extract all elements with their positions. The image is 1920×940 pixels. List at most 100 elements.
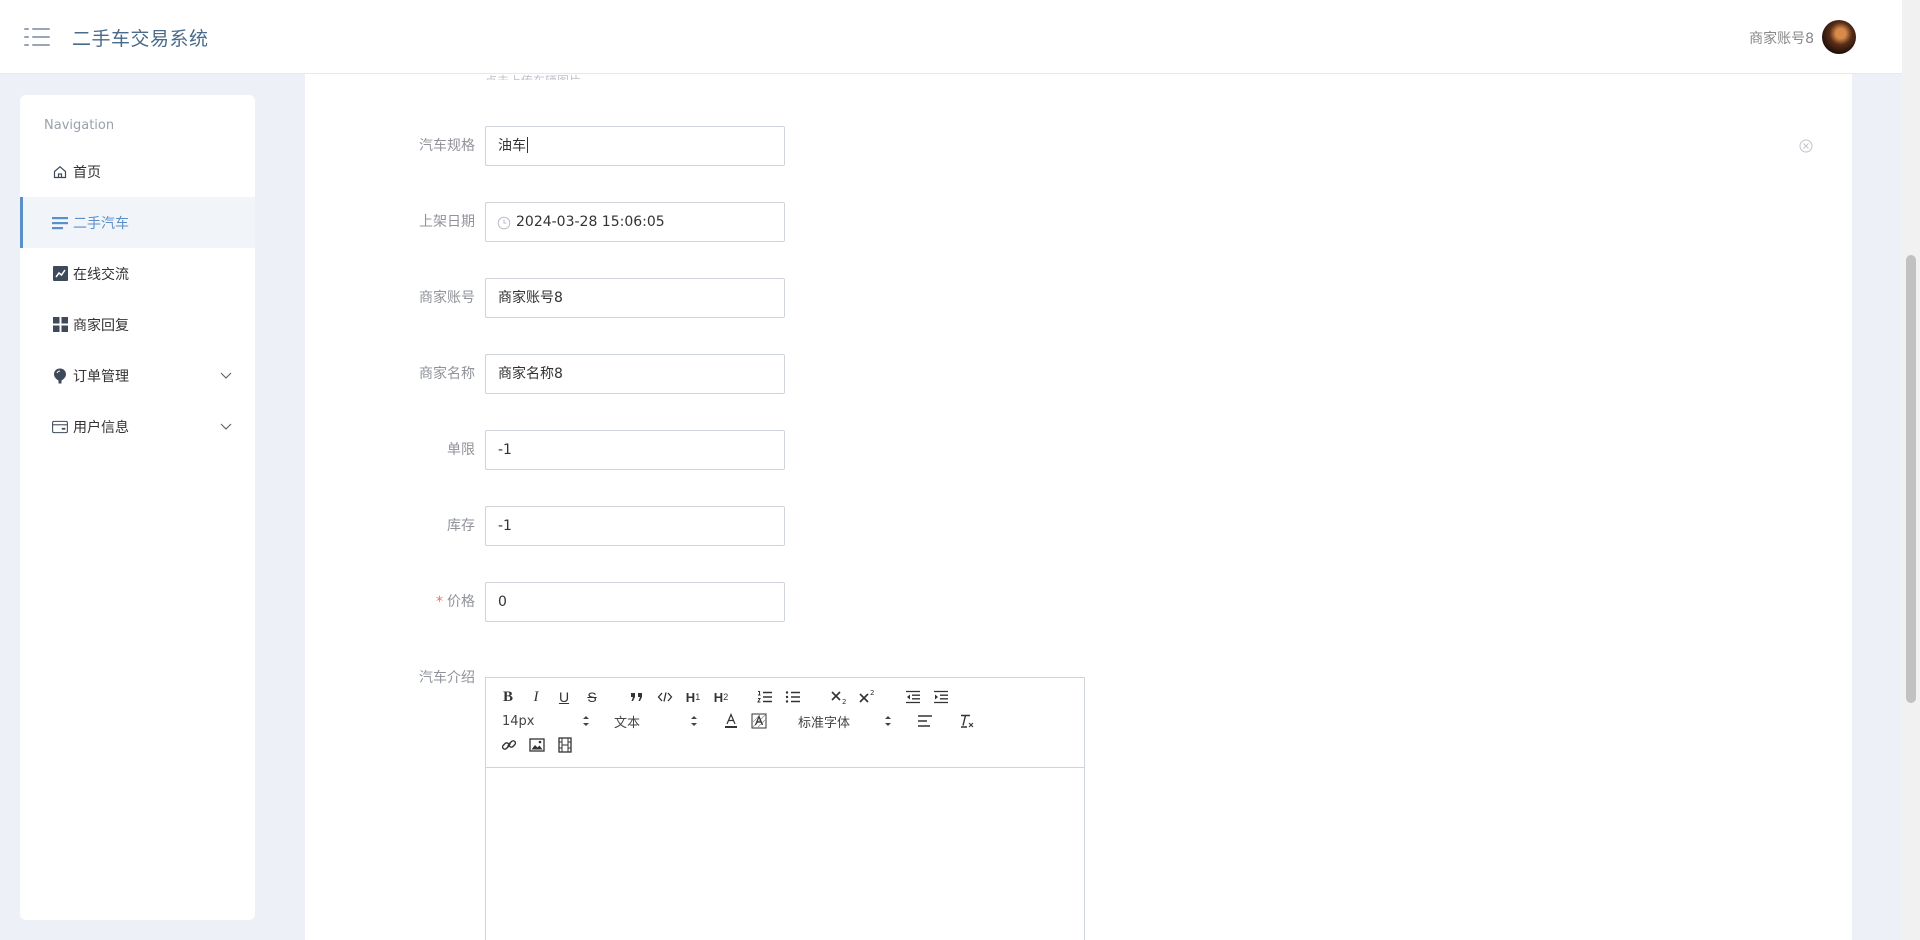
field-label: 商家名称 (419, 366, 475, 382)
field-label: 上架日期 (419, 214, 475, 230)
chevron-down-icon (219, 419, 233, 433)
underline-button[interactable]: U (556, 686, 572, 708)
merchant-name-input[interactable]: 商家名称8 (485, 354, 785, 394)
toolbar-row-2: 14px 文本 标准字体 (496, 710, 1076, 732)
pin-icon (52, 368, 68, 384)
outdent-icon[interactable] (904, 686, 922, 708)
grid-icon (52, 317, 68, 333)
font-size-value: 14px (502, 713, 535, 729)
nav-heading: Navigation (44, 118, 115, 133)
header-2-letter: H (713, 689, 724, 705)
field-label: * 价格 (305, 582, 475, 622)
user-name[interactable]: 商家账号8 (1749, 28, 1814, 48)
card-icon (52, 419, 68, 435)
italic-button[interactable]: I (528, 686, 544, 708)
upload-tip: 点击上传车辆图片 (485, 72, 581, 80)
strike-button[interactable]: S (584, 686, 600, 708)
field-label: 汽车介绍 (419, 670, 475, 686)
editor-content-area[interactable] (486, 768, 1084, 940)
svg-text:2: 2 (870, 689, 874, 697)
text-color-icon[interactable] (722, 710, 740, 732)
video-icon[interactable] (556, 734, 574, 756)
header-format-value: 文本 (614, 715, 641, 731)
image-icon[interactable] (528, 734, 546, 756)
toolbar-row-1: B I U S H1 H2 2 2 (496, 686, 1076, 708)
form-row-price: * 价格 0 (305, 582, 1205, 622)
app-title: 二手车交易系统 (72, 28, 209, 50)
sidebar-item-home[interactable]: 首页 (20, 146, 255, 197)
svg-text:2: 2 (842, 698, 846, 705)
select-arrows-icon (690, 714, 698, 728)
ordered-list-icon[interactable] (756, 686, 774, 708)
form-row-merchant-account: 商家账号 商家账号8 (305, 278, 1205, 318)
link-icon[interactable] (500, 734, 518, 756)
select-arrows-icon (884, 714, 892, 728)
sidebar-item-merchant-reply[interactable]: 商家回复 (20, 299, 255, 350)
form-row-listing-date: 上架日期 2024-03-28 15:06:05 (305, 202, 1205, 242)
sidebar-item-user-info[interactable]: 用户信息 (20, 401, 255, 452)
limit-input[interactable]: -1 (485, 430, 785, 470)
sidebar-item-label: 商家回复 (73, 317, 129, 334)
header-1-button[interactable]: H1 (682, 686, 704, 708)
font-size-select[interactable]: 14px (502, 710, 590, 732)
page-scrollbar[interactable] (1902, 0, 1920, 940)
form-row-merchant-name: 商家名称 商家名称8 (305, 354, 1205, 394)
stock-input[interactable]: -1 (485, 506, 785, 546)
sidebar: Navigation 首页 二手汽车 在线交流 商家回复 订单管理 用户信息 (20, 95, 255, 920)
field-label: 汽车规格 (419, 138, 475, 154)
spec-input[interactable]: 油车 (485, 126, 785, 166)
merchant-account-input[interactable]: 商家账号8 (485, 278, 785, 318)
font-family-select[interactable]: 标准字体 (798, 710, 892, 732)
form-row-spec: 汽车规格 油车 (305, 126, 1205, 166)
field-label: 商家账号 (419, 290, 475, 306)
header-1-letter: H (685, 689, 696, 705)
list-icon (52, 215, 68, 231)
clear-icon[interactable] (1798, 138, 1814, 154)
bold-button[interactable]: B (500, 686, 516, 708)
nav-list: 首页 二手汽车 在线交流 商家回复 订单管理 用户信息 (20, 146, 255, 452)
required-mark: * (436, 594, 443, 610)
font-family-value: 标准字体 (798, 715, 851, 731)
top-header: 二手车交易系统 商家账号8 (0, 0, 1902, 74)
header-2-level: 2 (723, 692, 729, 702)
spec-value: 油车 (498, 138, 526, 154)
blockquote-icon[interactable] (628, 686, 646, 708)
price-label: 价格 (447, 594, 475, 610)
select-arrows-icon (582, 714, 590, 728)
clock-icon (497, 215, 511, 230)
header-2-button[interactable]: H2 (710, 686, 732, 708)
sidebar-item-label: 二手汽车 (73, 215, 129, 232)
price-input[interactable]: 0 (485, 582, 785, 622)
field-label: 单限 (447, 442, 475, 458)
sidebar-item-label: 订单管理 (73, 368, 129, 385)
sidebar-item-label: 首页 (73, 164, 101, 181)
sidebar-item-label: 用户信息 (73, 419, 129, 436)
toolbar-row-3 (496, 734, 1076, 756)
main-form-panel: 点击上传车辆图片 汽车规格 油车 上架日期 2024-03-28 15:06:0… (305, 74, 1852, 940)
text-caret (527, 137, 528, 153)
home-icon (52, 164, 68, 180)
code-block-icon[interactable] (656, 686, 674, 708)
superscript-icon[interactable]: 2 (858, 686, 878, 708)
subscript-icon[interactable]: 2 (830, 686, 850, 708)
sidebar-item-used-cars[interactable]: 二手汽车 (20, 197, 255, 248)
bullet-list-icon[interactable] (784, 686, 802, 708)
header-format-select[interactable]: 文本 (614, 710, 698, 732)
header-1-level: 1 (695, 692, 701, 702)
chart-icon (52, 266, 68, 282)
clear-format-icon[interactable] (958, 710, 976, 732)
background-color-icon[interactable] (750, 710, 768, 732)
indent-icon[interactable] (932, 686, 950, 708)
avatar[interactable] (1822, 20, 1856, 54)
rich-text-editor: B I U S H1 H2 2 2 14px 文本 标准字体 (485, 677, 1085, 940)
sidebar-item-online-chat[interactable]: 在线交流 (20, 248, 255, 299)
sidebar-item-label: 在线交流 (73, 266, 129, 283)
align-icon[interactable] (916, 710, 934, 732)
scrollbar-thumb[interactable] (1906, 255, 1916, 703)
editor-toolbar: B I U S H1 H2 2 2 14px 文本 标准字体 (486, 678, 1084, 768)
sidebar-item-orders[interactable]: 订单管理 (20, 350, 255, 401)
listing-date-picker[interactable]: 2024-03-28 15:06:05 (485, 202, 785, 242)
menu-toggle-icon[interactable] (24, 27, 50, 47)
form-row-limit: 单限 -1 (305, 430, 1205, 470)
chevron-down-icon (219, 368, 233, 382)
